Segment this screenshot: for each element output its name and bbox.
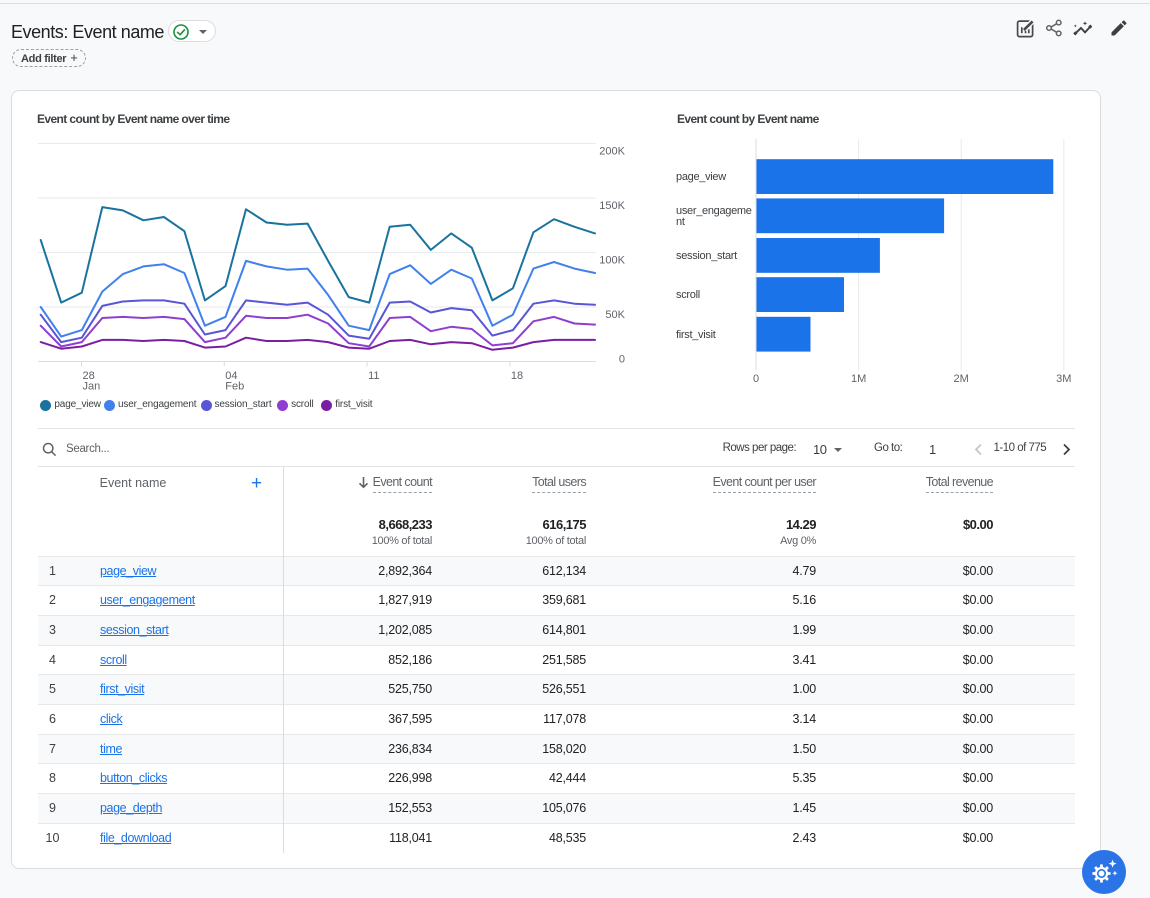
svg-text:11: 11 [368,370,379,382]
svg-text:100K: 100K [599,255,625,267]
svg-text:200K: 200K [599,146,625,158]
svg-text:50K: 50K [605,309,625,321]
svg-text:Feb: Feb [225,381,244,393]
svg-text:0: 0 [753,373,759,385]
svg-text:Jan: Jan [83,381,101,393]
svg-text:2M: 2M [954,373,969,385]
svg-text:0: 0 [619,354,625,366]
svg-text:3M: 3M [1056,373,1071,385]
svg-text:18: 18 [511,370,523,382]
svg-text:150K: 150K [599,200,625,212]
svg-text:1M: 1M [851,373,866,385]
